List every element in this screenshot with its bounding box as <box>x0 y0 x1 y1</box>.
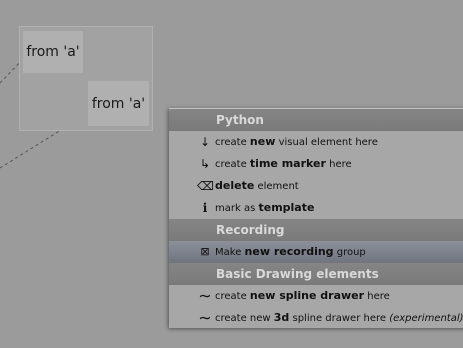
item-text: here <box>364 291 390 302</box>
section-header-recording: Recording <box>169 219 463 241</box>
menu-item-create-spline-drawer[interactable]: ∼ create new spline drawer here <box>169 285 463 307</box>
item-text: Make <box>215 247 245 258</box>
item-text: here <box>325 159 352 170</box>
menu-item-mark-as-template[interactable]: i mark as template <box>169 197 463 219</box>
item-bold: time marker <box>249 157 326 170</box>
item-text: create new <box>215 313 274 324</box>
item-text: create <box>215 159 250 170</box>
item-bold: new spline drawer <box>249 289 365 302</box>
menu-item-create-time-marker[interactable]: ↳ create time marker here <box>169 153 463 175</box>
spline-icon: ∼ <box>198 286 212 305</box>
menu-item-create-3d-spline-drawer[interactable]: ∼ create new 3d spline drawer here (expe… <box>169 307 463 328</box>
item-text: spline drawer here <box>289 313 390 324</box>
section-header-python: Python <box>169 109 463 131</box>
node-label: from 'a' <box>91 95 146 112</box>
menu-item-delete-element[interactable]: ⌫ delete element <box>169 175 463 197</box>
context-menu[interactable]: Python ↓ create new visual element here … <box>169 108 463 328</box>
item-text: element <box>254 181 299 192</box>
item-text: create <box>215 137 250 148</box>
spline-icon: ∼ <box>198 308 212 327</box>
item-bold: new recording <box>244 245 334 258</box>
record-icon: ⊠ <box>200 245 210 258</box>
item-bold: delete <box>215 179 255 192</box>
menu-item-new-recording-group[interactable]: ⊠ Make new recording group <box>169 241 463 263</box>
info-icon: i <box>202 201 208 215</box>
node-from-a-top[interactable]: from 'a' <box>23 31 83 73</box>
canvas[interactable]: from 'a' from 'a' Python ↓ create new vi… <box>0 0 463 348</box>
item-text: mark as <box>215 203 259 214</box>
item-text: group <box>333 247 366 258</box>
menu-item-create-visual-element[interactable]: ↓ create new visual element here <box>169 131 463 153</box>
down-arrow-icon: ↓ <box>199 135 211 149</box>
item-bold: template <box>258 201 315 214</box>
node-from-a-bottom[interactable]: from 'a' <box>88 81 149 126</box>
item-italic-note: (experimental) <box>389 313 463 324</box>
item-text: create <box>215 291 250 302</box>
time-marker-icon: ↳ <box>199 157 211 171</box>
node-label: from 'a' <box>26 44 80 60</box>
item-bold: new <box>249 135 276 148</box>
delete-icon: ⌫ <box>197 179 214 193</box>
item-bold: 3d <box>273 311 290 324</box>
item-text: visual element here <box>275 137 378 148</box>
section-header-basic-drawing: Basic Drawing elements <box>169 263 463 285</box>
